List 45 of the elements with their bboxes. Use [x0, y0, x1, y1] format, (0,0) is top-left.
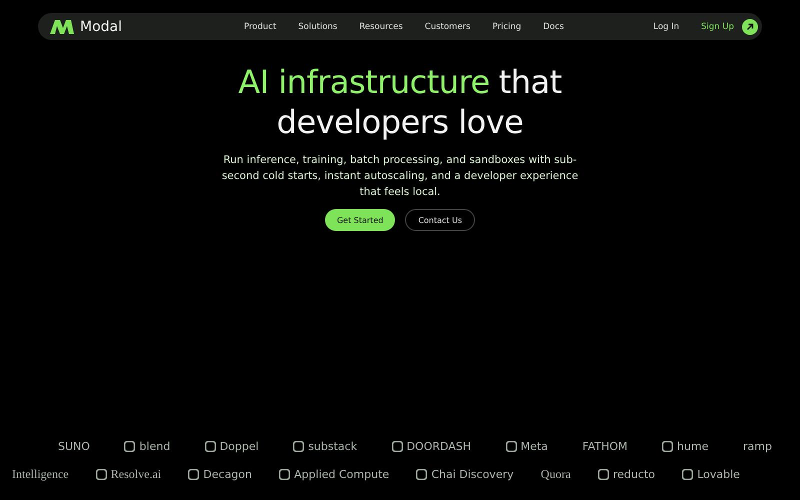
logo-mark-icon	[279, 469, 290, 480]
company-logo: Resolve.ai	[110, 467, 162, 482]
company-logo: Decagon	[203, 468, 252, 481]
logo-mark-icon	[506, 441, 517, 452]
logo-mark-icon	[682, 469, 694, 480]
logo-mark-icon	[124, 441, 136, 452]
company-logo: Intelligence	[12, 467, 69, 482]
contact-button[interactable]: Contact Us	[405, 209, 476, 231]
logo-mark-icon	[293, 441, 304, 452]
nav-link[interactable]: Pricing	[492, 22, 522, 32]
hero-subtitle: Run inference, training, batch processing, and sandboxes with sub-second cold starts, instant autoscaling, and a developer experience that feels local.	[220, 153, 580, 200]
nav-link[interactable]: Product	[244, 22, 276, 32]
company-logo: Applied Compute	[294, 468, 390, 481]
company-logo: hume	[677, 440, 708, 453]
company-logo: SUNO	[58, 440, 90, 453]
company-logo: DOORDASH	[406, 440, 472, 453]
logo-mark-icon	[662, 441, 674, 452]
company-logo: reducto	[612, 468, 656, 481]
logo-mark-icon	[204, 441, 216, 452]
logo-mark-icon	[598, 469, 609, 480]
headline-text: that	[498, 62, 562, 102]
headline-text: developers love	[276, 102, 524, 142]
company-logo: ramp	[742, 440, 772, 453]
logo-mark-icon	[188, 469, 200, 480]
nav-link[interactable]: Resources	[359, 22, 403, 32]
brand-name[interactable]: Modal	[80, 18, 122, 34]
company-logo: Chai Discovery	[431, 468, 514, 481]
headline-highlight: AI infrastructure	[238, 62, 490, 102]
logo-icon	[50, 20, 74, 34]
company-logo: FATHOM	[582, 440, 628, 453]
company-logo: substack	[308, 440, 358, 453]
company-logo: Doppel	[220, 440, 259, 453]
nav-link[interactable]: Docs	[543, 22, 564, 32]
company-logo: Quora	[540, 467, 571, 482]
logo-mark-icon	[416, 469, 428, 480]
nav-link[interactable]: Customers	[424, 22, 470, 32]
nav-link[interactable]: Solutions	[298, 22, 338, 32]
company-logo: Lovable	[697, 468, 740, 481]
company-logo: blend	[139, 440, 170, 453]
signup-link[interactable]: Sign Up	[701, 22, 734, 32]
logo-mark-icon	[96, 469, 107, 480]
get-started-button[interactable]: Get Started	[324, 209, 396, 231]
login-link[interactable]: Log In	[653, 22, 680, 32]
company-logo: Meta	[520, 440, 548, 453]
logo-mark-icon	[392, 441, 403, 452]
